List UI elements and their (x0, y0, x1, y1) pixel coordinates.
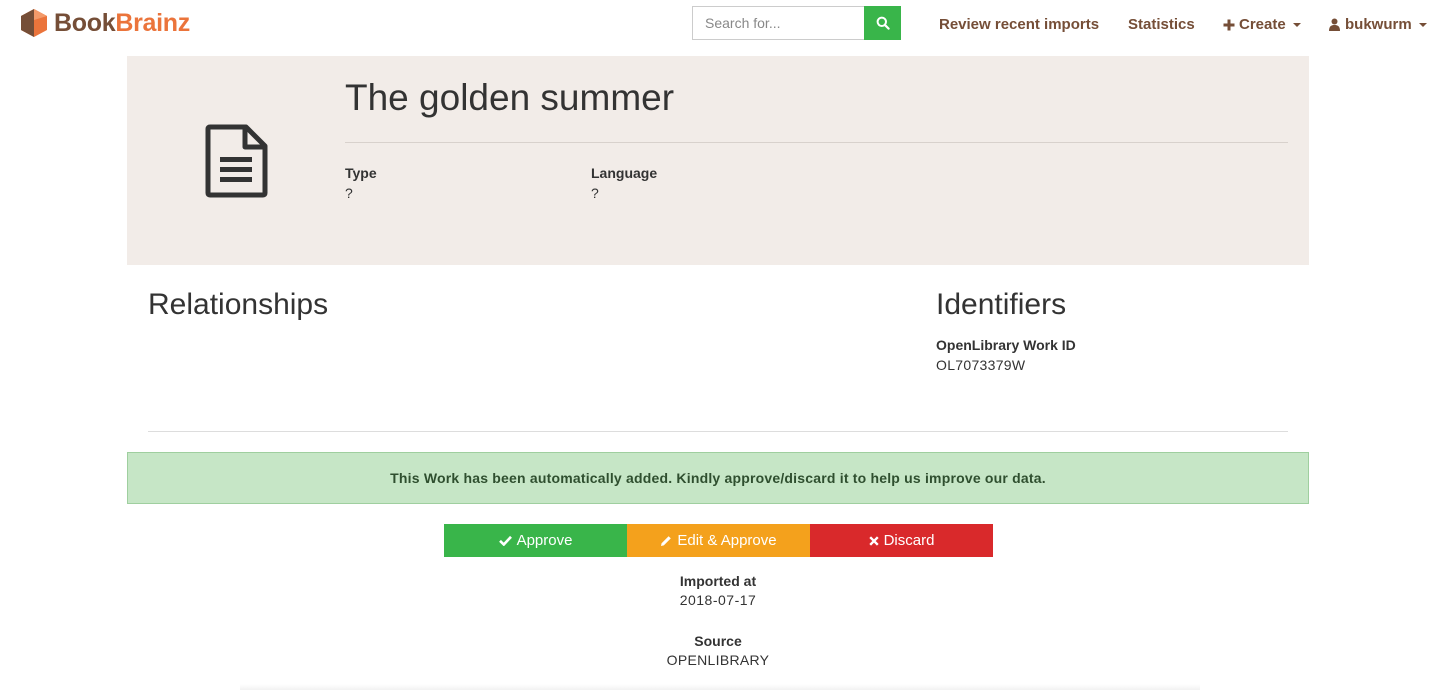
type-value: ? (345, 185, 353, 201)
source-label: Source (694, 633, 742, 649)
footer-shadow (240, 684, 1200, 690)
document-icon (205, 124, 268, 198)
edit-and-approve-button[interactable]: Edit & Approve (627, 524, 810, 557)
type-label: Type (345, 165, 377, 181)
search-form (692, 6, 901, 40)
header-divider (345, 142, 1288, 143)
relationships-heading: Relationships (148, 288, 329, 321)
navbar: BookBrainz Review recent imports Statist… (0, 0, 1436, 50)
nav-statistics[interactable]: Statistics (1128, 16, 1195, 33)
page-title: The golden summer (345, 77, 675, 118)
chevron-down-icon (1418, 22, 1427, 27)
brand-name-book: Book (54, 9, 116, 37)
brand-name: BookBrainz (54, 8, 190, 38)
bookbrainz-logo-icon (21, 9, 47, 37)
nav-create-label: Create (1239, 16, 1286, 33)
edit-and-approve-button-label: Edit & Approve (677, 532, 777, 549)
search-button[interactable] (864, 6, 901, 40)
check-icon (498, 535, 512, 546)
source-value: OPENLIBRARY (666, 652, 770, 668)
nav-user-label: bukwurm (1345, 16, 1412, 33)
nav-create-dropdown[interactable]: Create (1223, 16, 1301, 33)
plus-icon (1223, 19, 1235, 30)
brand-name-brainz: Brainz (115, 9, 190, 37)
entity-header: The golden summer Type ? Language ? (127, 56, 1309, 265)
user-icon (1329, 18, 1340, 31)
import-action-buttons: Approve Edit & Approve Discard (444, 524, 993, 557)
section-divider (148, 431, 1288, 432)
nav-review-recent-imports[interactable]: Review recent imports (939, 16, 1099, 33)
nav-user-dropdown[interactable]: bukwurm (1329, 16, 1427, 33)
nav-statistics-label: Statistics (1128, 16, 1195, 33)
chevron-down-icon (1292, 22, 1301, 27)
imported-at-block: Imported at 2018-07-17 (568, 573, 868, 608)
source-block: Source OPENLIBRARY (568, 633, 868, 668)
discard-button-label: Discard (883, 532, 935, 549)
discard-button[interactable]: Discard (810, 524, 993, 557)
auto-added-alert-text: This Work has been automatically added. … (390, 470, 1046, 486)
pencil-icon (661, 535, 672, 546)
times-icon (868, 535, 879, 546)
auto-added-alert: This Work has been automatically added. … (127, 452, 1309, 504)
approve-button-label: Approve (516, 532, 573, 549)
language-label: Language (591, 165, 658, 181)
nav-review-recent-imports-label: Review recent imports (939, 16, 1100, 33)
imported-at-label: Imported at (679, 573, 757, 589)
language-value: ? (591, 185, 599, 201)
openlibrary-work-id-value[interactable]: OL7073379W (936, 357, 1025, 373)
search-icon (876, 16, 890, 30)
openlibrary-work-id-label: OpenLibrary Work ID (936, 337, 1076, 353)
approve-button[interactable]: Approve (444, 524, 627, 557)
search-input[interactable] (692, 6, 864, 40)
identifiers-heading: Identifiers (936, 288, 1067, 321)
imported-at-value: 2018-07-17 (679, 592, 757, 608)
brand-logo-link[interactable]: BookBrainz (20, 8, 190, 38)
